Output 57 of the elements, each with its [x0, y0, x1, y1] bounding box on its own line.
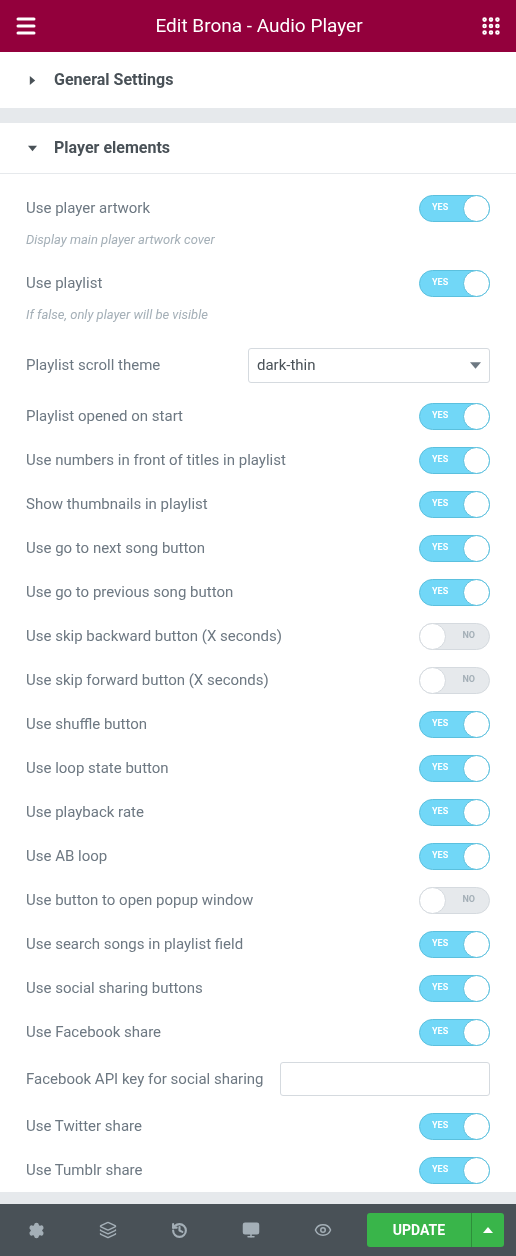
toggle-switch[interactable]: YES: [419, 1156, 490, 1184]
toggle-switch[interactable]: NO: [419, 622, 490, 650]
toggle-switch[interactable]: YES: [419, 490, 490, 518]
setting-label: Use Twitter share: [26, 1115, 142, 1137]
eye-icon[interactable]: [314, 1221, 332, 1239]
toggle-switch[interactable]: YES: [419, 930, 490, 958]
toggle-switch[interactable]: NO: [419, 886, 490, 914]
caret-icon: [28, 143, 37, 153]
toggle-switch[interactable]: YES: [419, 710, 490, 738]
setting-label: Use playlist: [26, 272, 103, 294]
toggle-switch[interactable]: YES: [419, 974, 490, 1002]
caret-icon: [470, 359, 481, 371]
setting-label: Use shuffle button: [26, 713, 148, 735]
setting-description: If false, only player will be visible: [26, 306, 209, 324]
toggle-switch[interactable]: YES: [419, 1018, 490, 1046]
toggle-switch[interactable]: YES: [419, 754, 490, 782]
setting-label: Use social sharing buttons: [26, 977, 203, 999]
setting-label: Use go to previous song button: [26, 581, 234, 603]
setting-label: Use go to next song button: [26, 537, 206, 559]
caret-icon: [28, 75, 37, 85]
toggle-switch[interactable]: YES: [419, 534, 490, 562]
setting-description: Display main player artwork cover: [26, 231, 216, 249]
caret-icon: [483, 1225, 493, 1235]
setting-label: Playlist opened on start: [26, 405, 183, 427]
setting-label: Use Facebook share: [26, 1021, 162, 1043]
setting-label: Use button to open popup window: [26, 889, 254, 911]
toggle-switch[interactable]: YES: [419, 402, 490, 430]
toggle-switch[interactable]: YES: [419, 842, 490, 870]
toggle-switch[interactable]: YES: [419, 1112, 490, 1140]
setting-label: Use Tumblr share: [26, 1159, 143, 1181]
more-options-button[interactable]: [471, 1213, 504, 1247]
toggle-switch[interactable]: YES: [419, 194, 490, 222]
setting-label: Use loop state button: [26, 757, 169, 779]
panel-title: Edit Brona - Audio Player: [155, 12, 363, 39]
grid-icon[interactable]: [480, 15, 502, 37]
setting-label: Show thumbnails in playlist: [26, 493, 208, 515]
input-field[interactable]: [280, 1062, 490, 1096]
select-dropdown[interactable]: dark-thin: [248, 347, 490, 383]
update-button[interactable]: UPDATE: [367, 1213, 471, 1247]
history-icon[interactable]: [171, 1221, 188, 1239]
toggle-switch[interactable]: YES: [419, 578, 490, 606]
setting-label: Use skip backward button (X seconds): [26, 625, 282, 647]
toggle-switch[interactable]: YES: [419, 446, 490, 474]
setting-label: Facebook API key for social sharing: [26, 1068, 264, 1090]
setting-label: Use playback rate: [26, 801, 144, 823]
setting-label: Use player artwork: [26, 197, 151, 219]
settings-icon[interactable]: [28, 1221, 45, 1239]
toggle-switch[interactable]: YES: [419, 269, 490, 297]
toggle-switch[interactable]: YES: [419, 798, 490, 826]
setting-label: Use AB loop: [26, 845, 108, 867]
layers-icon[interactable]: [99, 1221, 117, 1239]
toggle-switch[interactable]: NO: [419, 666, 490, 694]
setting-label: Playlist scroll theme: [26, 354, 161, 376]
setting-label: Use skip forward button (X seconds): [26, 669, 269, 691]
setting-label: Use numbers in front of titles in playlist: [26, 449, 286, 471]
setting-label: Use search songs in playlist field: [26, 933, 244, 955]
monitor-icon[interactable]: [242, 1221, 260, 1239]
